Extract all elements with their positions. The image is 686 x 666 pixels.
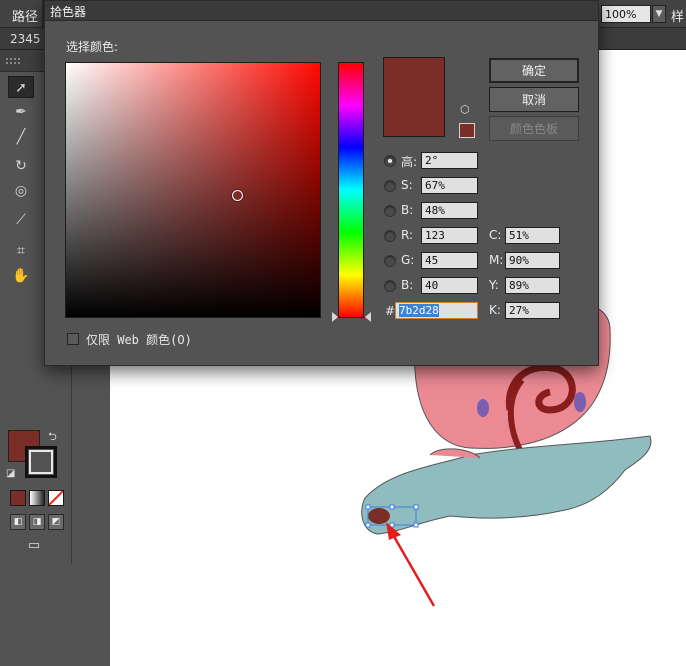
selection-tool-icon: ➚ xyxy=(15,80,27,96)
artboard-tool-icon: ⌗ xyxy=(17,243,25,259)
hand-tool[interactable]: ✋ xyxy=(8,265,34,287)
draw-inside-icon[interactable]: ◩ xyxy=(48,514,64,530)
radio-blue[interactable] xyxy=(384,280,396,292)
brightness-label: B: xyxy=(401,203,414,217)
swap-colors-icon[interactable]: ⮌ xyxy=(48,428,57,447)
blue-input[interactable]: 40 xyxy=(421,277,478,294)
artboard-tool[interactable]: ⌗ xyxy=(8,240,34,262)
shape-builder-tool-icon: ◎ xyxy=(14,183,28,199)
web-colors-only-label: 仅限 Web 颜色(O) xyxy=(86,333,192,347)
hue-slider[interactable] xyxy=(338,62,364,318)
draw-normal-icon[interactable]: ◧ xyxy=(10,514,26,530)
web-safe-swatch[interactable] xyxy=(459,123,475,138)
paintbrush-tool-icon: ╱ xyxy=(16,129,26,145)
shell-rim xyxy=(429,448,481,459)
color-picker-dialog: 拾色器 选择颜色: ⬡ 确定 取消 颜色色板 高: 2° S: 67% B: 4… xyxy=(44,0,599,366)
yellow-input[interactable]: 89% xyxy=(505,277,560,294)
hue-label: 高: xyxy=(401,155,418,169)
saturation-input[interactable]: 67% xyxy=(421,177,478,194)
red-input[interactable]: 123 xyxy=(421,227,478,244)
red-label: R: xyxy=(401,228,414,242)
screen-mode-icon[interactable]: ▭ xyxy=(22,538,46,554)
selection-handle[interactable] xyxy=(365,504,371,510)
radio-green[interactable] xyxy=(384,255,396,267)
style-label: 样 xyxy=(671,10,685,25)
default-colors-icon[interactable]: ◪ xyxy=(6,468,15,479)
green-label: G: xyxy=(401,253,415,267)
black-label: K: xyxy=(489,303,501,317)
eyedropper-tool-icon: ⟋ xyxy=(16,212,26,228)
ruler-value: 2345 xyxy=(10,32,41,46)
hue-slider-handle-right[interactable] xyxy=(365,312,371,322)
dialog-title: 拾色器 xyxy=(50,5,87,19)
gradient-mode-button[interactable] xyxy=(29,490,45,506)
hand-tool-icon: ✋ xyxy=(12,268,30,284)
magenta-input[interactable]: 90% xyxy=(505,252,560,269)
radio-red[interactable] xyxy=(384,230,396,242)
zoom-input[interactable]: 100% xyxy=(601,5,651,23)
shell-spot xyxy=(477,399,489,417)
picker-heading: 选择颜色: xyxy=(66,40,119,54)
selection-handle[interactable] xyxy=(389,504,395,510)
saturation-label: S: xyxy=(401,178,413,192)
color-swatches-button[interactable]: 颜色色板 xyxy=(489,116,579,141)
cancel-button[interactable]: 取消 xyxy=(489,87,579,112)
snail-body[interactable] xyxy=(361,435,652,535)
out-of-gamut-cube-icon[interactable]: ⬡ xyxy=(460,104,472,116)
cyan-label: C: xyxy=(489,228,502,242)
blue-label: B: xyxy=(401,278,414,292)
brightness-input[interactable]: 48% xyxy=(421,202,478,219)
yellow-label: Y: xyxy=(489,278,499,292)
none-mode-button[interactable] xyxy=(48,490,64,506)
radio-brightness[interactable] xyxy=(384,205,396,217)
selection-tool[interactable]: ➚ xyxy=(8,76,34,98)
draw-behind-icon[interactable]: ◨ xyxy=(29,514,45,530)
rotate-tool[interactable]: ↻ xyxy=(8,155,34,177)
paintbrush-tool[interactable]: ╱ xyxy=(8,126,34,148)
saturation-brightness-field[interactable] xyxy=(65,62,321,318)
rotate-tool-icon: ↻ xyxy=(15,158,27,174)
color-cursor[interactable] xyxy=(231,190,243,202)
new-color-preview xyxy=(383,57,445,137)
grip-icon[interactable] xyxy=(6,58,20,64)
green-input[interactable]: 45 xyxy=(421,252,478,269)
pen-tool-icon: ✒ xyxy=(15,104,27,120)
black-input[interactable]: 27% xyxy=(505,302,560,319)
chevron-down-icon[interactable]: ▼ xyxy=(652,5,666,23)
ok-button[interactable]: 确定 xyxy=(489,58,579,83)
hex-value: 7b2d28 xyxy=(399,304,439,317)
shape-builder-tool[interactable]: ◎ xyxy=(8,180,34,202)
hex-prefix: # xyxy=(385,304,396,318)
brightness-gradient xyxy=(66,63,320,317)
selection-handle[interactable] xyxy=(413,504,419,510)
path-label: 路径 xyxy=(12,10,39,25)
mouth-shape[interactable] xyxy=(368,508,390,524)
selection-handle[interactable] xyxy=(365,522,371,528)
web-colors-only-checkbox[interactable] xyxy=(67,333,79,345)
radio-saturation[interactable] xyxy=(384,180,396,192)
eyedropper-tool[interactable]: ⟋ xyxy=(8,209,34,231)
magenta-label: M: xyxy=(489,253,504,267)
hue-slider-handle-left[interactable] xyxy=(332,312,338,322)
none-slash-icon xyxy=(48,490,64,506)
hex-input[interactable]: 7b2d28 xyxy=(395,302,478,319)
shell-spot xyxy=(574,392,586,412)
dialog-titlebar[interactable]: 拾色器 xyxy=(45,1,598,21)
hue-input[interactable]: 2° xyxy=(421,152,478,169)
pen-tool[interactable]: ✒ xyxy=(8,101,34,123)
color-mode-button[interactable] xyxy=(10,490,26,506)
cyan-input[interactable]: 51% xyxy=(505,227,560,244)
stroke-color-swatch[interactable] xyxy=(25,446,57,478)
annotation-arrow xyxy=(390,532,436,607)
radio-hue[interactable] xyxy=(384,155,396,167)
selection-handle[interactable] xyxy=(413,522,419,528)
